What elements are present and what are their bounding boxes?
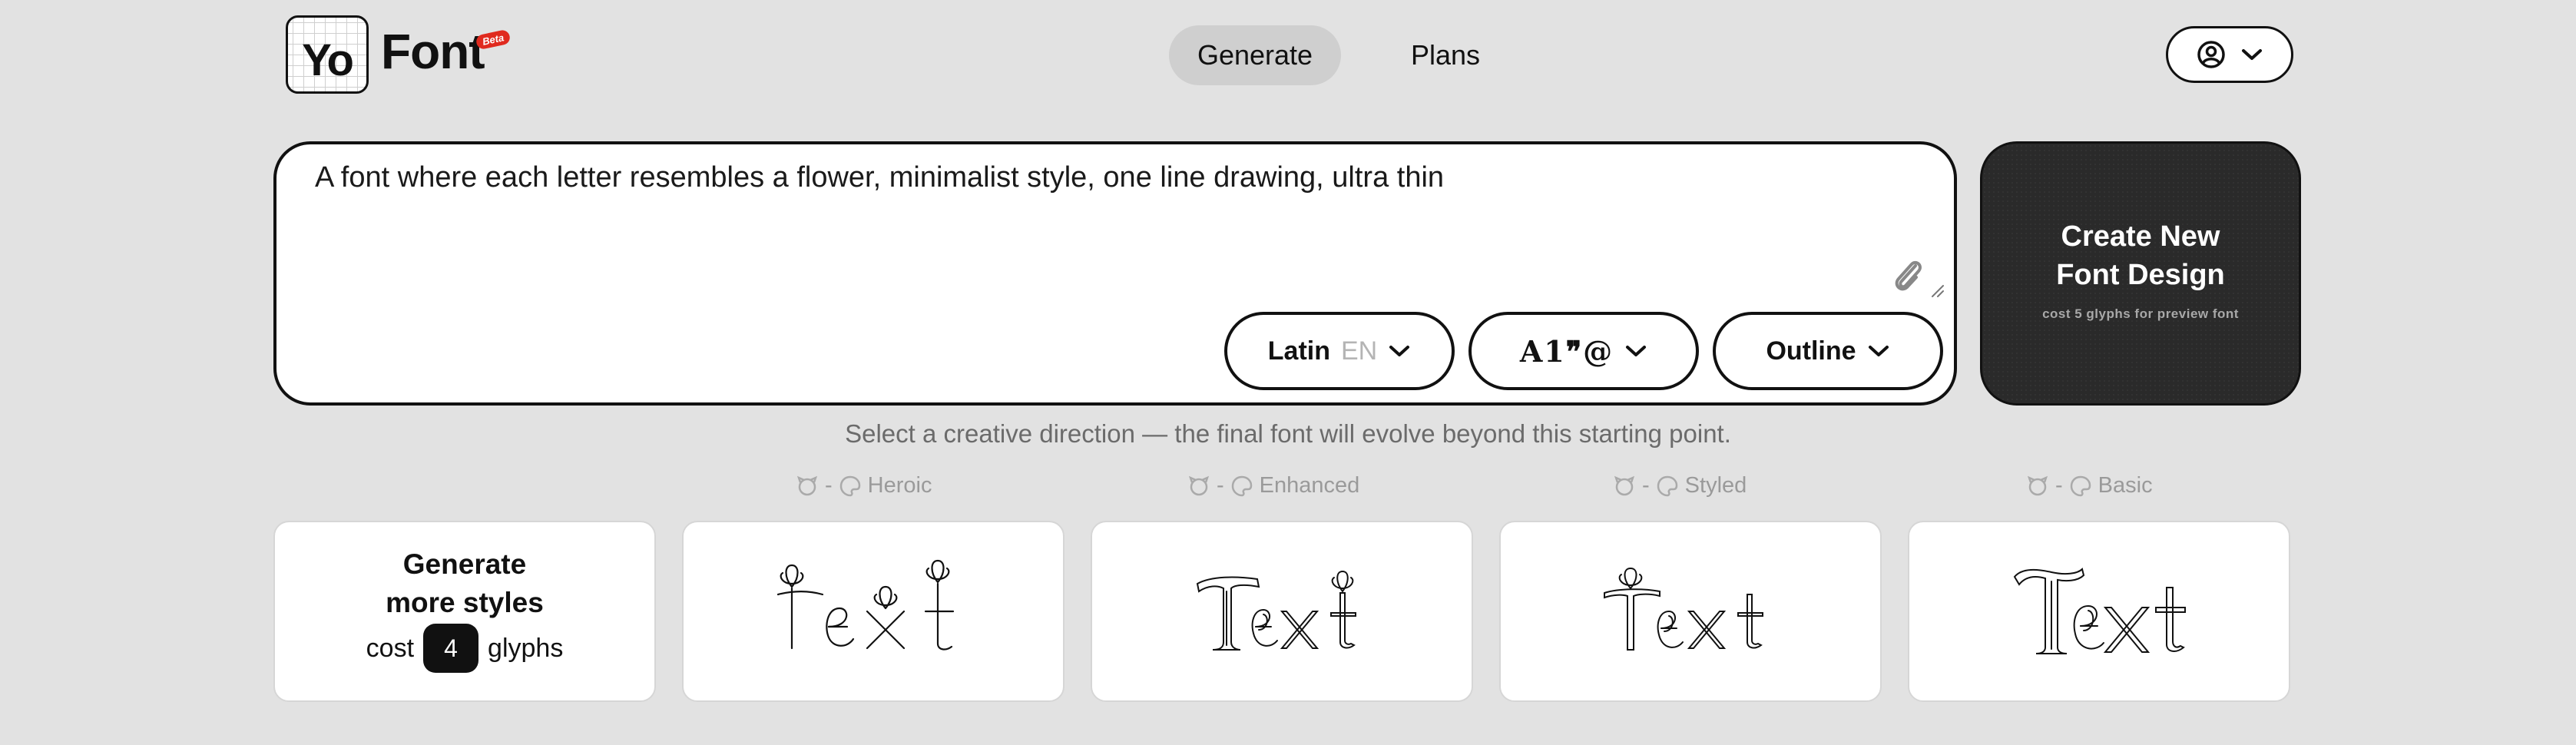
style-label-basic: - Basic: [2026, 473, 2153, 498]
font-preview-heroic: [776, 559, 955, 651]
style-card-basic[interactable]: [1908, 521, 2290, 702]
user-circle-icon: [2197, 41, 2225, 68]
script-select-label: Latin: [1267, 336, 1330, 366]
style-count: -: [1642, 473, 1650, 498]
logo-text: Font: [381, 24, 485, 79]
style-count: -: [1217, 473, 1224, 498]
style-select[interactable]: Outline: [1713, 312, 1943, 390]
style-count: -: [2055, 473, 2063, 498]
style-card-enhanced[interactable]: [1091, 521, 1473, 702]
style-label-enhanced: - Enhanced: [1187, 473, 1359, 498]
account-menu-button[interactable]: [2166, 26, 2293, 83]
create-button-title: Create New Font Design: [2056, 220, 2225, 291]
glyph-set-select[interactable]: A1❞@: [1468, 312, 1699, 390]
style-select-label: Outline: [1766, 336, 1856, 366]
style-card-heroic[interactable]: [682, 521, 1065, 702]
nav-generate[interactable]: Generate: [1169, 25, 1341, 85]
font-preview-styled: [1604, 567, 1763, 651]
chevron-down-icon: [2242, 49, 2262, 60]
more-styles-title: Generate more styles: [386, 548, 544, 618]
pet-icon: [1614, 475, 1635, 495]
nav-plans[interactable]: Plans: [1367, 25, 1524, 85]
palette-icon: [2070, 475, 2091, 496]
style-name: Styled: [1684, 473, 1747, 498]
chevron-down-icon: [1626, 346, 1647, 356]
style-name: Enhanced: [1259, 473, 1360, 498]
palette-icon: [1657, 475, 1677, 496]
font-preview-enhanced: [1196, 570, 1356, 651]
style-label-styled: - Styled: [1613, 473, 1747, 498]
generate-more-styles-button[interactable]: Generate more styles cost 4 glyphs: [273, 521, 656, 702]
glyph-set-select-label: A1❞@: [1519, 333, 1614, 369]
prompt-text[interactable]: A font where each letter resembles a flo…: [315, 161, 1444, 194]
font-preview-basic: [2013, 568, 2186, 654]
logo-mark-text: Yo: [302, 35, 354, 85]
palette-icon: [1231, 475, 1252, 496]
resize-handle-icon[interactable]: [1929, 283, 1945, 298]
helper-text: Select a creative direction — the final …: [845, 419, 1731, 448]
script-select-code: EN: [1340, 336, 1378, 366]
style-name: Basic: [2098, 473, 2153, 498]
chevron-down-icon: [1868, 346, 1889, 356]
cost-row: cost 4 glyphs: [366, 624, 564, 673]
paperclip-icon[interactable]: [1889, 255, 1926, 298]
style-card-styled[interactable]: [1499, 521, 1882, 702]
script-select[interactable]: Latin EN: [1224, 312, 1455, 390]
logo-mark[interactable]: Yo: [286, 15, 369, 94]
style-label-heroic: - Heroic: [796, 473, 932, 498]
cost-badge: 4: [423, 624, 479, 673]
pet-icon: [1188, 475, 1210, 495]
cost-prefix: cost: [366, 633, 415, 663]
create-font-design-button[interactable]: Create New Font Design cost 5 glyphs for…: [1980, 141, 2301, 406]
style-count: -: [825, 473, 833, 498]
style-name: Heroic: [867, 473, 932, 498]
palette-icon: [839, 475, 860, 496]
pet-icon: [2027, 475, 2048, 495]
cost-suffix: glyphs: [488, 633, 564, 663]
chevron-down-icon: [1389, 346, 1410, 356]
create-button-subtitle: cost 5 glyphs for preview font: [2042, 306, 2239, 321]
pet-icon: [796, 475, 818, 495]
